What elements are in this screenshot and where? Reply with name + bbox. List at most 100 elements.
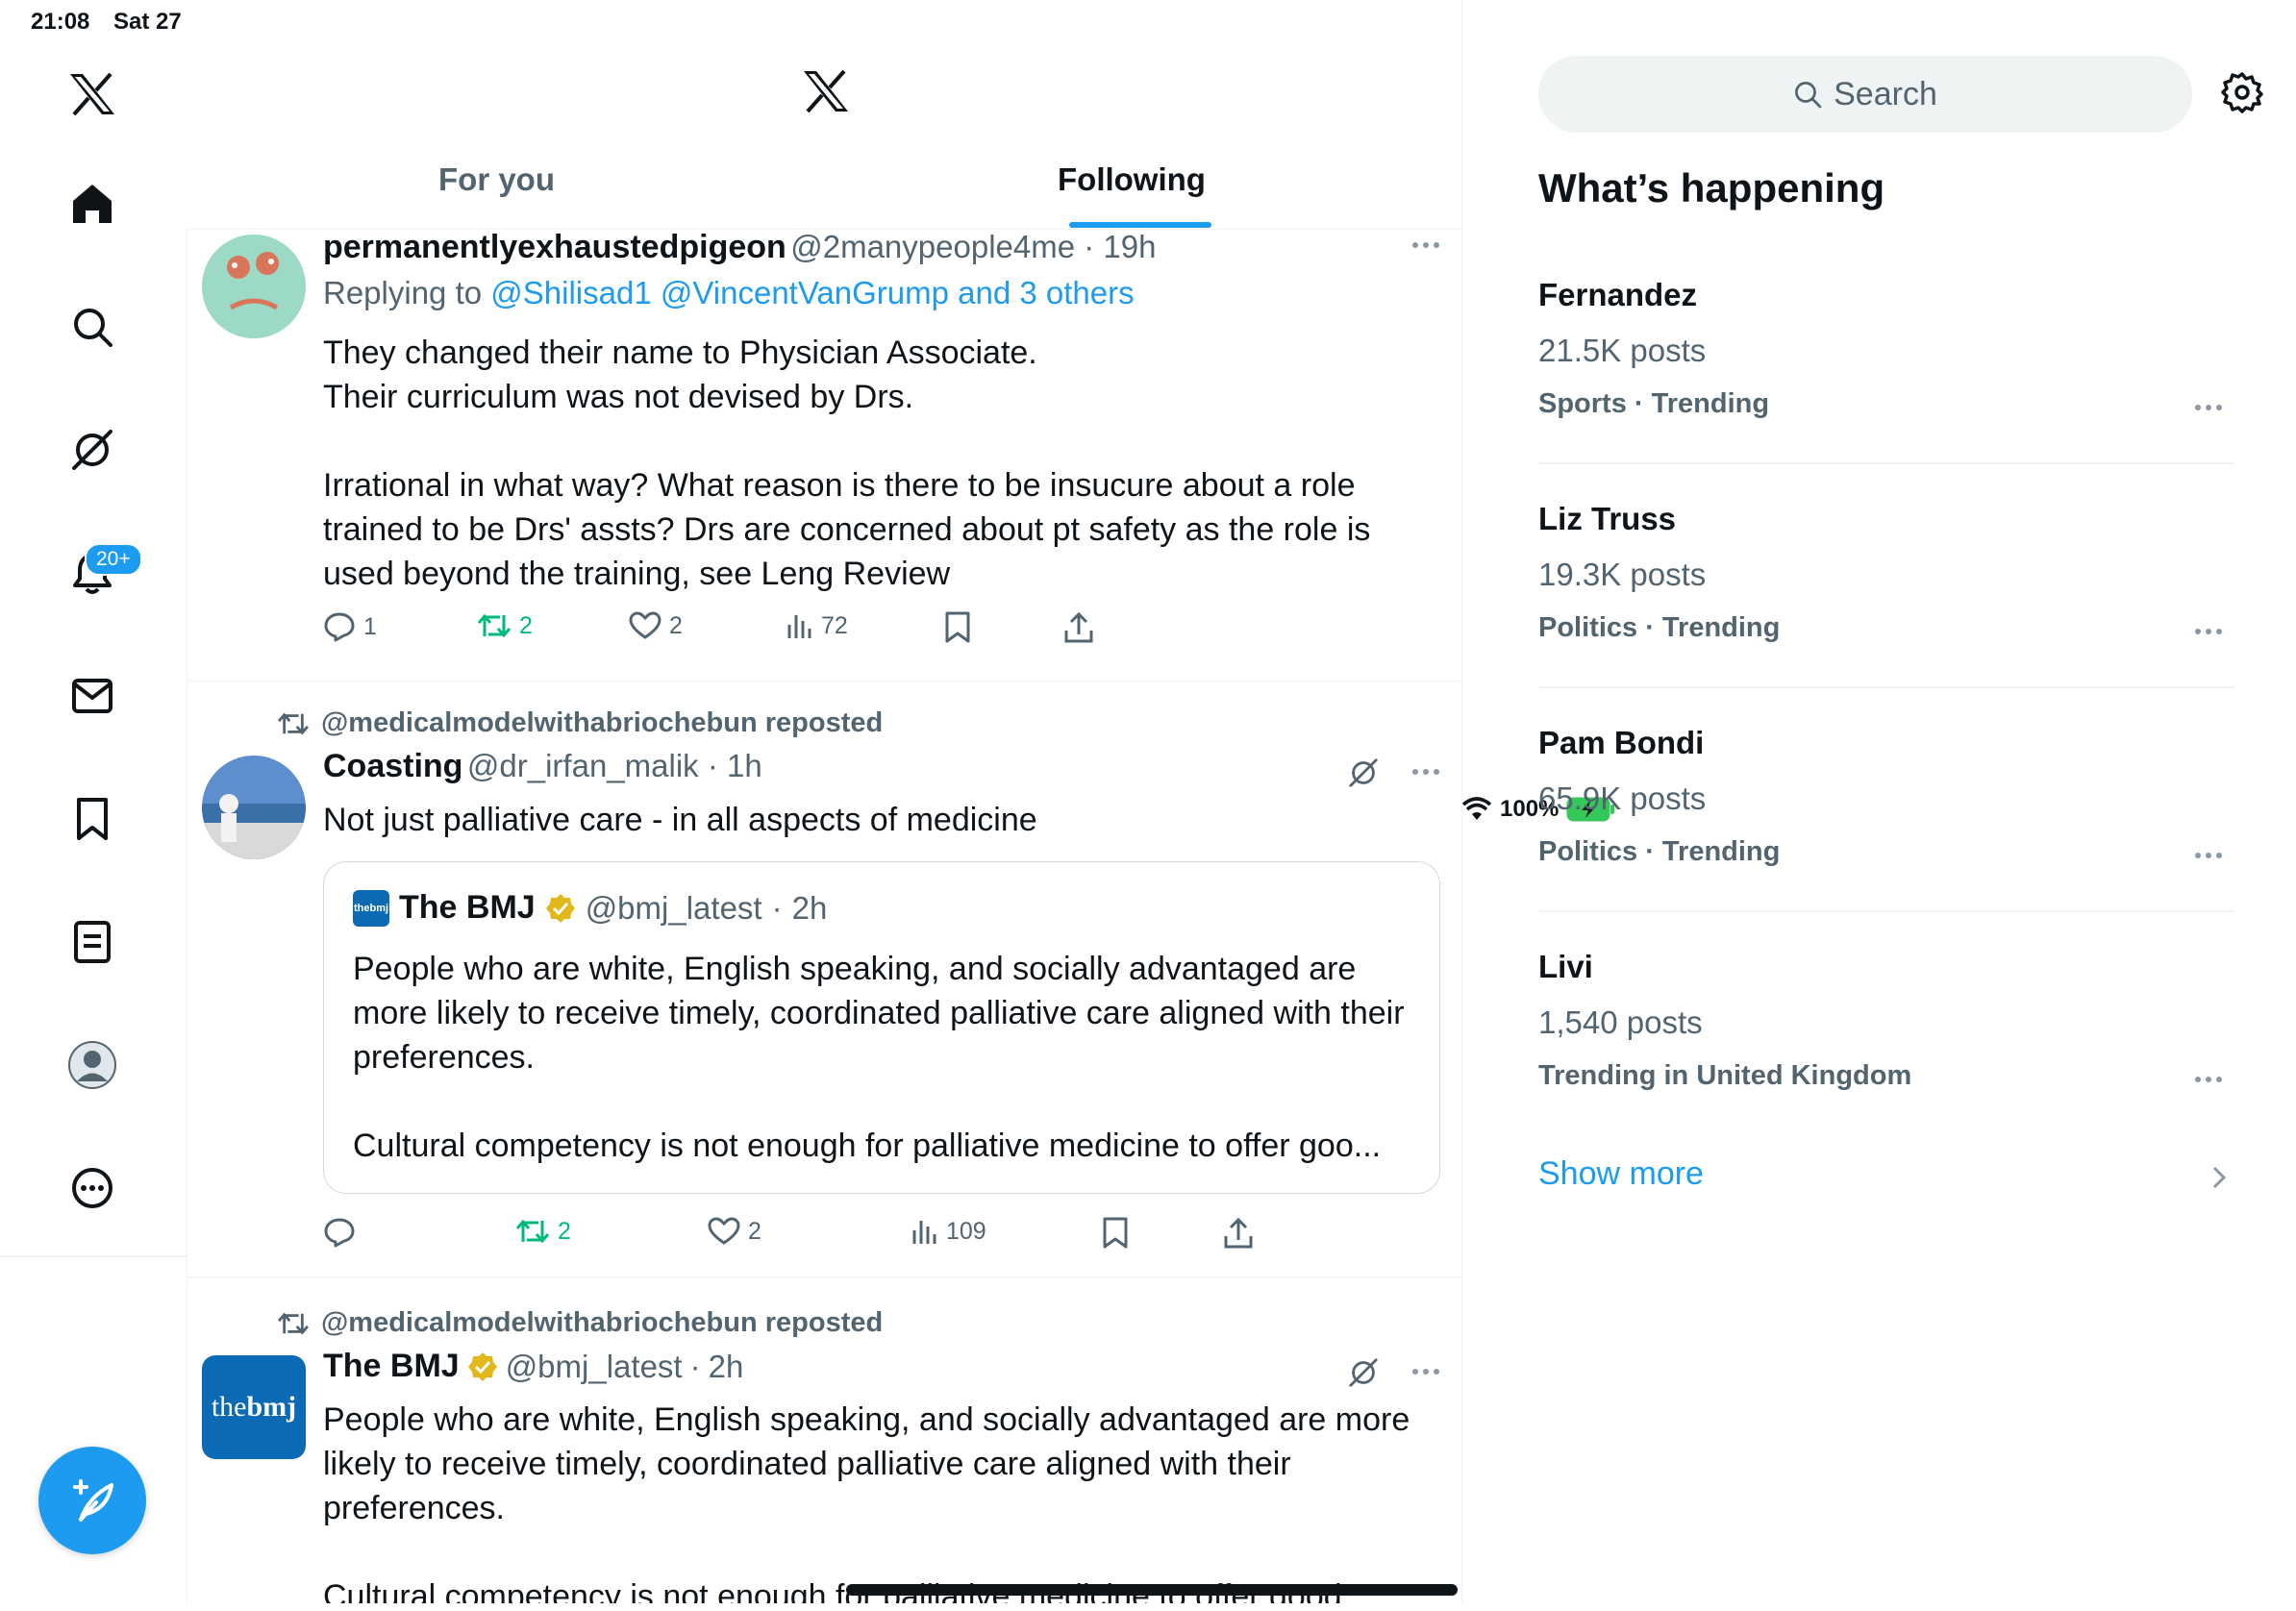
tab-following[interactable]: Following bbox=[1058, 161, 1206, 198]
avatar[interactable] bbox=[202, 756, 306, 859]
verified-badge-icon bbox=[467, 1351, 498, 1382]
post-actions: 2 2 109 bbox=[323, 1217, 1285, 1255]
author-name[interactable]: Coasting bbox=[323, 748, 462, 784]
post-time[interactable]: 2h bbox=[709, 1349, 744, 1385]
repost-count: 2 bbox=[519, 611, 533, 639]
more-options-icon[interactable] bbox=[1411, 767, 1440, 777]
more-icon[interactable] bbox=[62, 1157, 123, 1219]
trend-divider bbox=[1538, 462, 2234, 464]
share-button[interactable] bbox=[1063, 611, 1094, 644]
search-icon bbox=[1795, 82, 1822, 109]
quote-author-name[interactable]: The BMJ bbox=[399, 889, 536, 927]
reply-button[interactable] bbox=[323, 1217, 363, 1248]
settings-gear-icon[interactable] bbox=[2221, 71, 2263, 113]
quote-author-handle[interactable]: @bmj_latest bbox=[586, 890, 762, 927]
grok-icon[interactable] bbox=[62, 419, 123, 481]
trend-more-icon[interactable] bbox=[2194, 403, 2223, 412]
quote-text: People who are white, English speaking, … bbox=[353, 951, 1405, 1164]
more-options-icon[interactable] bbox=[1411, 240, 1440, 250]
author-handle[interactable]: @bmj_latest bbox=[506, 1349, 683, 1385]
author-name[interactable]: The BMJ bbox=[323, 1348, 460, 1385]
trend-name: Liz Truss bbox=[1538, 501, 1677, 536]
trend-more-icon[interactable] bbox=[2194, 851, 2223, 860]
right-sidebar: Search What’s happening Fernandez 21.5K … bbox=[1461, 0, 2296, 1603]
trend-name: Fernandez bbox=[1538, 277, 1698, 312]
verified-badge-icon bbox=[545, 893, 576, 924]
views-button[interactable]: 72 bbox=[785, 611, 848, 640]
grok-icon[interactable] bbox=[1348, 1357, 1379, 1388]
mail-icon[interactable] bbox=[62, 665, 123, 727]
avatar-text-the: the bbox=[211, 1391, 247, 1423]
post-time[interactable]: 1h bbox=[727, 748, 762, 783]
repost-button[interactable]: 2 bbox=[477, 611, 533, 640]
post[interactable]: @medicalmodelwithabriochebun reposted th… bbox=[187, 1280, 1461, 1603]
home-icon[interactable] bbox=[62, 173, 123, 235]
more-options-icon[interactable] bbox=[1411, 1367, 1440, 1376]
rail-divider bbox=[0, 1255, 187, 1257]
repost-icon bbox=[278, 1312, 309, 1334]
post-header: The BMJ @bmj_latest · 2h bbox=[323, 1348, 744, 1385]
trend-name: Livi bbox=[1538, 949, 1593, 984]
reply-context: Replying to @Shilisad1 @VincentVanGrump … bbox=[323, 275, 1135, 311]
repost-icon bbox=[477, 613, 512, 638]
reply-icon bbox=[324, 1218, 355, 1248]
post-time[interactable]: 19h bbox=[1103, 229, 1156, 264]
home-indicator[interactable] bbox=[846, 1584, 1458, 1596]
feather-plus-icon bbox=[73, 1479, 113, 1522]
views-button[interactable]: 109 bbox=[910, 1217, 986, 1246]
timeline-header: For you Following bbox=[187, 0, 1461, 230]
tab-for-you[interactable]: For you bbox=[438, 161, 555, 198]
repost-count: 2 bbox=[558, 1217, 571, 1245]
profile-icon[interactable] bbox=[62, 1034, 123, 1096]
search-icon[interactable] bbox=[62, 296, 123, 358]
like-button[interactable]: 2 bbox=[708, 1217, 761, 1246]
trend-name: Pam Bondi bbox=[1538, 725, 1705, 760]
reply-to-link[interactable]: @Shilisad1 @VincentVanGrump and 3 others bbox=[490, 275, 1134, 310]
trend-count: 65.9K posts bbox=[1538, 781, 1707, 816]
quote-time[interactable]: 2h bbox=[792, 890, 828, 927]
author-name[interactable]: permanentlyexhaustedpigeon bbox=[323, 229, 786, 265]
trend-more-icon[interactable] bbox=[2194, 627, 2223, 636]
avatar[interactable]: the bmj bbox=[202, 1355, 306, 1459]
author-handle[interactable]: @dr_irfan_malik bbox=[467, 748, 699, 783]
trend-more-icon[interactable] bbox=[2194, 1075, 2223, 1084]
chevron-right-icon[interactable] bbox=[2211, 1165, 2227, 1190]
reply-button[interactable]: 1 bbox=[323, 611, 377, 642]
lists-icon[interactable] bbox=[62, 911, 123, 973]
bookmark-button[interactable] bbox=[1102, 1217, 1129, 1250]
x-logo-icon[interactable] bbox=[802, 69, 850, 113]
grok-icon[interactable] bbox=[1348, 757, 1379, 788]
reposted-by[interactable]: @medicalmodelwithabriochebun reposted bbox=[321, 707, 883, 739]
like-button[interactable]: 2 bbox=[629, 611, 683, 640]
heart-icon bbox=[708, 1217, 740, 1245]
quoted-post[interactable]: thebmj The BMJ @bmj_latest · 2h People who… bbox=[323, 861, 1440, 1194]
repost-context: @medicalmodelwithabriochebun reposted bbox=[277, 1307, 883, 1339]
trend-item[interactable]: Pam Bondi 65.9K posts Politics · Trendin… bbox=[1538, 725, 2234, 868]
show-more-link[interactable]: Show more bbox=[1538, 1155, 1704, 1193]
quote-avatar[interactable]: thebmj bbox=[353, 889, 389, 927]
trend-divider bbox=[1538, 910, 2234, 912]
trend-count: 1,540 posts bbox=[1538, 1004, 1703, 1040]
search-input[interactable]: Search bbox=[1538, 56, 2192, 133]
repost-icon bbox=[515, 1219, 550, 1244]
bookmark-button[interactable] bbox=[944, 611, 971, 644]
post[interactable]: @medicalmodelwithabriochebun reposted Co… bbox=[187, 681, 1461, 1277]
trend-item[interactable]: Fernandez 21.5K posts Sports · Trending bbox=[1538, 277, 2234, 420]
post-actions: 1 2 2 72 bbox=[323, 611, 1285, 650]
post-header: permanentlyexhaustedpigeon @2manypeople4… bbox=[323, 229, 1157, 265]
x-logo-icon[interactable] bbox=[62, 63, 123, 125]
share-button[interactable] bbox=[1223, 1217, 1254, 1250]
trend-category: Sports · Trending bbox=[1538, 388, 1770, 419]
repost-button[interactable]: 2 bbox=[515, 1217, 571, 1246]
trend-item[interactable]: Livi 1,540 posts Trending in United King… bbox=[1538, 949, 2234, 1092]
bookmark-icon[interactable] bbox=[62, 788, 123, 850]
view-count: 72 bbox=[821, 611, 848, 639]
trend-item[interactable]: Liz Truss 19.3K posts Politics · Trendin… bbox=[1538, 501, 2234, 644]
post[interactable]: permanentlyexhaustedpigeon @2manypeople4… bbox=[187, 229, 1461, 682]
author-handle[interactable]: @2manypeople4me bbox=[790, 229, 1075, 264]
views-icon bbox=[787, 615, 811, 638]
reposted-by[interactable]: @medicalmodelwithabriochebun reposted bbox=[321, 1307, 883, 1339]
compose-post-button[interactable] bbox=[38, 1447, 146, 1554]
avatar[interactable] bbox=[202, 235, 306, 338]
view-count: 109 bbox=[946, 1217, 986, 1245]
